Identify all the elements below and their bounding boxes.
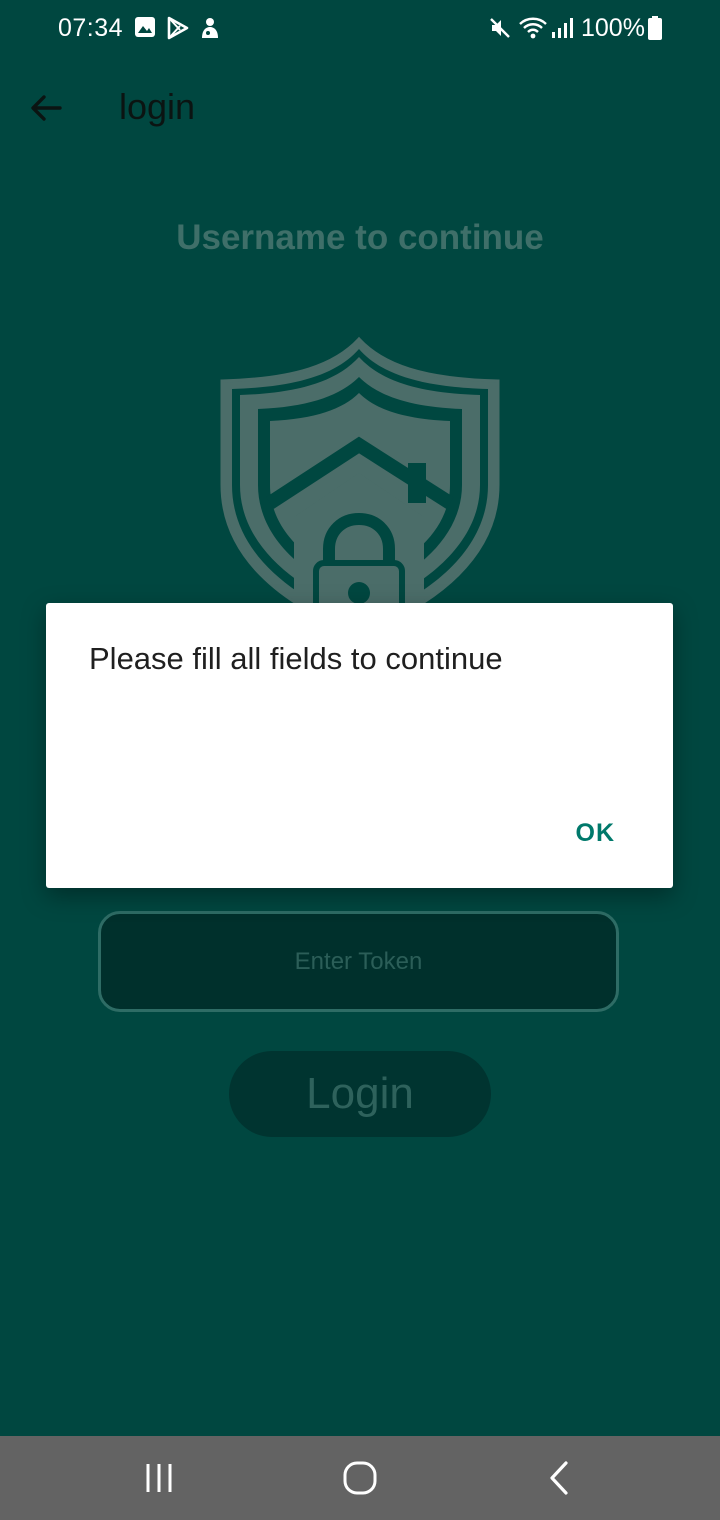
alert-dialog: Please fill all fields to continue OK: [46, 603, 673, 888]
recents-icon[interactable]: [137, 1456, 181, 1500]
dialog-message: Please fill all fields to continue: [89, 641, 503, 676]
home-icon[interactable]: [338, 1456, 382, 1500]
navigation-bar: [0, 1436, 720, 1520]
back-icon[interactable]: [538, 1456, 582, 1500]
ok-button[interactable]: OK: [556, 811, 636, 856]
